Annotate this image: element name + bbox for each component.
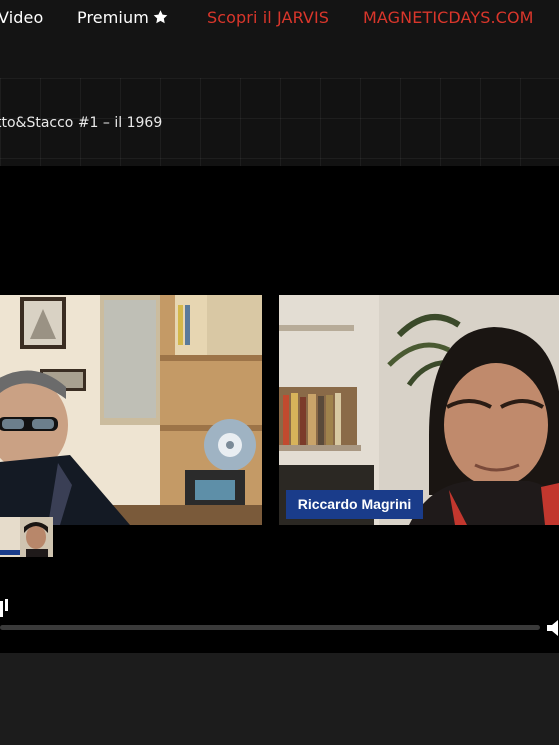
top-navigation: Video Premium Scopri il JARVIS MAGNETICD… (0, 0, 559, 78)
video-player[interactable]: Riccardo Magrini (0, 166, 559, 653)
page-title: tto&Stacco #1 – il 1969 (0, 115, 163, 131)
participant-name-tag: Riccardo Magrini (286, 490, 423, 519)
volume-icon[interactable] (547, 620, 559, 636)
nav-link-magneticdays[interactable]: MAGNETICDAYS.COM (363, 8, 534, 27)
page-bottom-area (0, 653, 559, 745)
nav-link-scopri-jarvis[interactable]: Scopri il JARVIS (207, 8, 329, 27)
star-icon (152, 9, 169, 29)
play-icon[interactable] (0, 597, 8, 619)
left-participant-scene (0, 295, 262, 525)
nav-link-premium-label: Premium (77, 8, 149, 27)
self-view-thumbnail (0, 517, 53, 557)
title-band: tto&Stacco #1 – il 1969 (0, 78, 559, 166)
nav-link-video[interactable]: Video (0, 8, 43, 27)
video-frame[interactable]: Riccardo Magrini (0, 295, 559, 557)
nav-link-premium[interactable]: Premium (77, 8, 169, 29)
progress-bar[interactable] (0, 625, 540, 630)
thumbnail-scene (0, 517, 53, 557)
video-panel-left (0, 295, 262, 525)
